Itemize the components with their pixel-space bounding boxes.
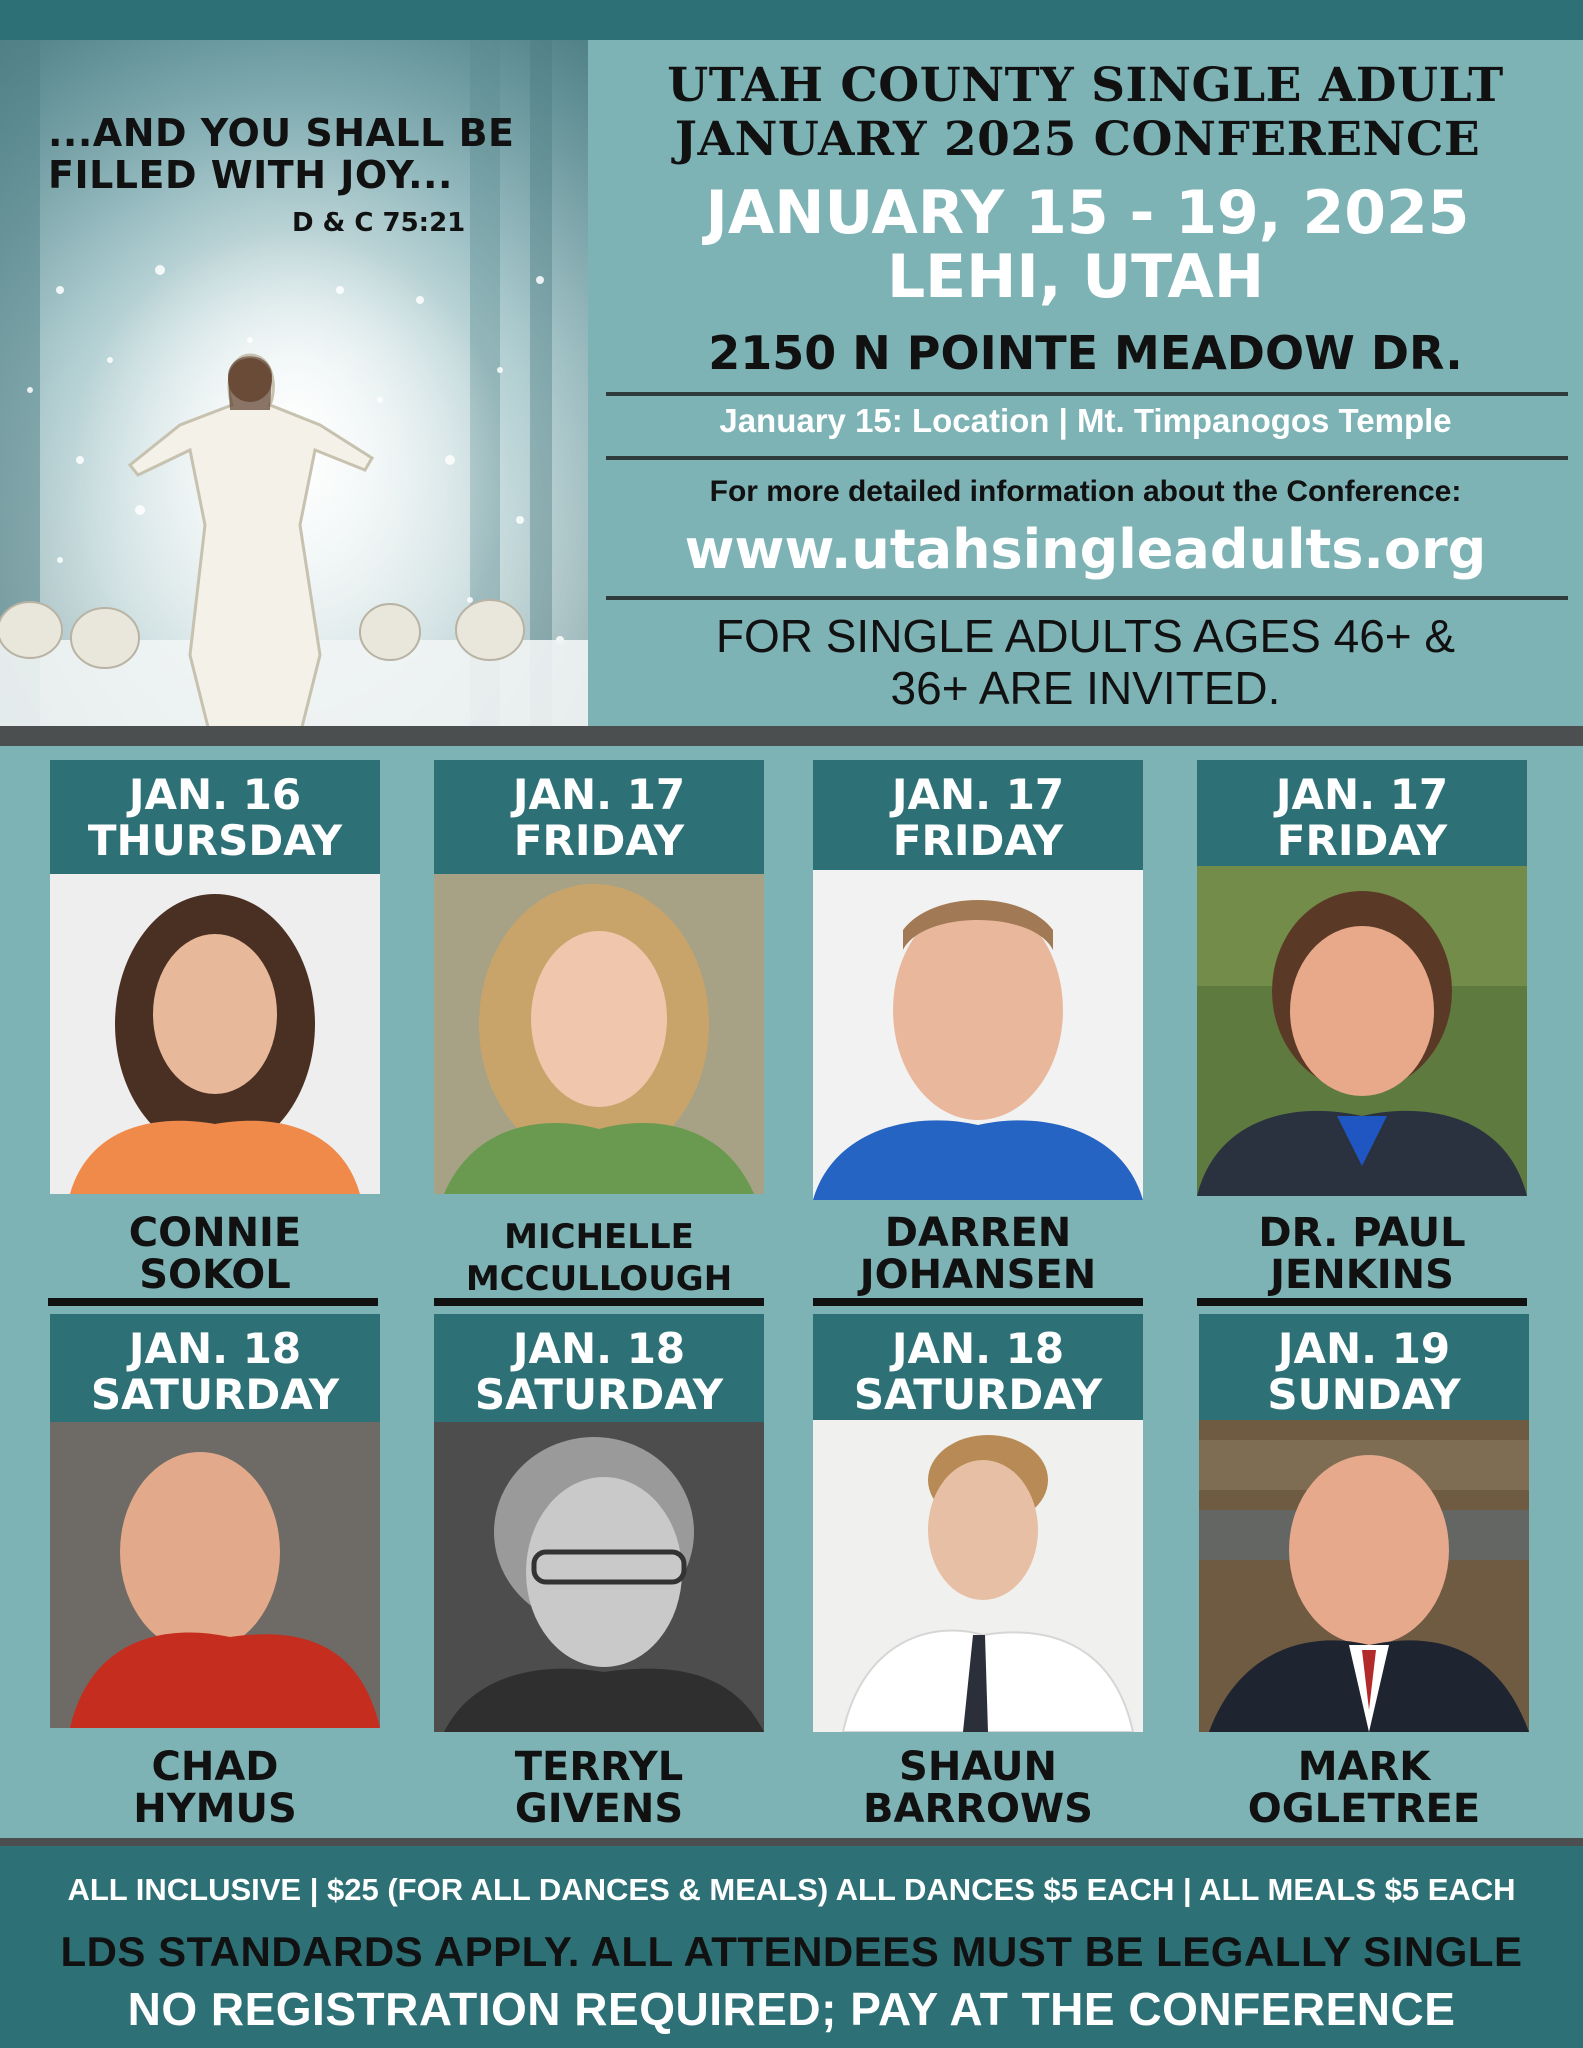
row-separator — [48, 1298, 378, 1306]
speaker-name: DARREN JOHANSEN — [813, 1212, 1143, 1296]
speaker-date-box: JAN. 16 THURSDAY — [50, 760, 380, 874]
speaker-date: JAN. 19 — [1277, 1324, 1451, 1373]
speaker-first-name: SHAUN — [899, 1744, 1057, 1790]
speaker-last-name: JENKINS — [1270, 1252, 1454, 1298]
speaker-name: CONNIE SOKOL — [50, 1212, 380, 1296]
speaker-photo — [1197, 866, 1527, 1196]
scripture-reference: D & C 75:21 — [292, 208, 466, 238]
ages-notice: FOR SINGLE ADULTS AGES 46+ & 36+ ARE INV… — [588, 610, 1583, 714]
speaker-photo — [1199, 1420, 1529, 1732]
speaker-date: JAN. 18 — [128, 1324, 302, 1373]
speaker-last-name: SOKOL — [139, 1252, 291, 1298]
speaker-date-box: JAN. 18 SATURDAY — [50, 1314, 380, 1422]
row-separator — [1197, 1298, 1527, 1306]
speaker-first-name: CONNIE — [128, 1210, 302, 1256]
speaker-day: FRIDAY — [892, 816, 1064, 865]
row-separator — [813, 1298, 1143, 1306]
speaker-date-box: JAN. 17 FRIDAY — [813, 760, 1143, 870]
speaker-date-box: JAN. 19 SUNDAY — [1199, 1314, 1529, 1420]
speaker-last-name: BARROWS — [863, 1786, 1093, 1832]
speaker-name: SHAUN BARROWS — [813, 1746, 1143, 1830]
speaker-date: JAN. 18 — [891, 1324, 1065, 1373]
speaker-last-name: MCCULLOUGH — [465, 1259, 733, 1299]
speaker-day: SATURDAY — [474, 1370, 724, 1419]
speaker-name: DR. PAUL JENKINS — [1197, 1212, 1527, 1296]
conference-header: UTAH COUNTY SINGLE ADULT JANUARY 2025 CO… — [588, 40, 1583, 726]
speaker-last-name: OGLETREE — [1247, 1786, 1481, 1832]
speaker-first-name: TERRYL — [514, 1744, 684, 1790]
title-line-2: JANUARY 2025 CONFERENCE — [674, 112, 1481, 167]
more-info-text: For more detailed information about the … — [709, 475, 1462, 508]
robed-figure-illustration — [120, 325, 380, 726]
speaker-name: TERRYL GIVENS — [434, 1746, 764, 1830]
speaker-photo — [50, 874, 380, 1194]
section-divider — [0, 726, 1583, 746]
conference-city: LEHI, UTAH — [886, 242, 1265, 312]
speaker-date: JAN. 17 — [891, 770, 1065, 819]
speaker-name: CHAD HYMUS — [50, 1746, 380, 1830]
speaker-last-name: JOHANSEN — [859, 1252, 1097, 1298]
footer: ALL INCLUSIVE | $25 (FOR ALL DANCES & ME… — [0, 1846, 1583, 2048]
pricing-info: ALL INCLUSIVE | $25 (FOR ALL DANCES & ME… — [67, 1872, 1516, 1907]
registration-notice: NO REGISTRATION REQUIRED; PAY AT THE CON… — [127, 1983, 1456, 2035]
speaker-date-box: JAN. 18 SATURDAY — [434, 1314, 764, 1422]
speaker-day: SATURDAY — [90, 1370, 340, 1419]
ages-line-2: 36+ ARE INVITED. — [890, 662, 1281, 714]
speaker-last-name: HYMUS — [133, 1786, 297, 1832]
conference-address: 2150 N POINTE MEADOW DR. — [708, 326, 1463, 380]
standards-notice: LDS STANDARDS APPLY. ALL ATTENDEES MUST … — [60, 1928, 1523, 1975]
speaker-day: THURSDAY — [87, 816, 343, 865]
divider-line — [606, 596, 1568, 600]
speaker-day: FRIDAY — [513, 816, 685, 865]
divider-line — [606, 456, 1568, 460]
speaker-name: MARK OGLETREE — [1199, 1746, 1529, 1830]
speaker-first-name: MICHELLE — [504, 1217, 694, 1257]
speaker-date-box: JAN. 17 FRIDAY — [434, 760, 764, 874]
website-link[interactable]: www.utahsingleadults.org — [588, 518, 1583, 581]
divider-line — [606, 392, 1568, 396]
speakers-grid: JAN. 16 THURSDAY CONNIE SOKOL JAN. 17 FR… — [0, 746, 1583, 1838]
speaker-date-box: JAN. 17 FRIDAY — [1197, 760, 1527, 866]
speaker-photo — [813, 1420, 1143, 1732]
speaker-last-name: GIVENS — [514, 1786, 684, 1832]
speaker-photo — [434, 874, 764, 1194]
scripture-quote: ...AND YOU SHALL BE FILLED WITH JOY... — [48, 111, 515, 197]
conference-dates: JANUARY 15 - 19, 2025 — [705, 178, 1470, 248]
hero-image: ...AND YOU SHALL BE FILLED WITH JOY... D… — [0, 40, 588, 726]
speaker-first-name: DR. PAUL — [1258, 1210, 1466, 1256]
speaker-photo — [813, 870, 1143, 1200]
speaker-date: JAN. 16 — [128, 770, 302, 819]
speaker-date: JAN. 17 — [1275, 770, 1449, 819]
ages-line-1: FOR SINGLE ADULTS AGES 46+ & — [715, 610, 1456, 662]
speaker-name: MICHELLE MCCULLOUGH — [434, 1216, 764, 1300]
speaker-date-box: JAN. 18 SATURDAY — [813, 1314, 1143, 1420]
speaker-day: FRIDAY — [1276, 816, 1448, 865]
title-line-1: UTAH COUNTY SINGLE ADULT — [667, 58, 1504, 113]
speaker-day: SATURDAY — [853, 1370, 1103, 1419]
speaker-first-name: CHAD — [151, 1744, 279, 1790]
speaker-date: JAN. 17 — [512, 770, 686, 819]
speaker-photo — [50, 1422, 380, 1728]
speaker-first-name: MARK — [1297, 1744, 1431, 1790]
speaker-day: SUNDAY — [1267, 1370, 1461, 1419]
row-separator — [434, 1298, 764, 1306]
speaker-first-name: DARREN — [884, 1210, 1072, 1256]
speaker-date: JAN. 18 — [512, 1324, 686, 1373]
location-note: January 15: Location | Mt. Timpanogos Te… — [719, 402, 1452, 439]
top-bar — [0, 0, 1583, 40]
speaker-photo — [434, 1422, 764, 1732]
